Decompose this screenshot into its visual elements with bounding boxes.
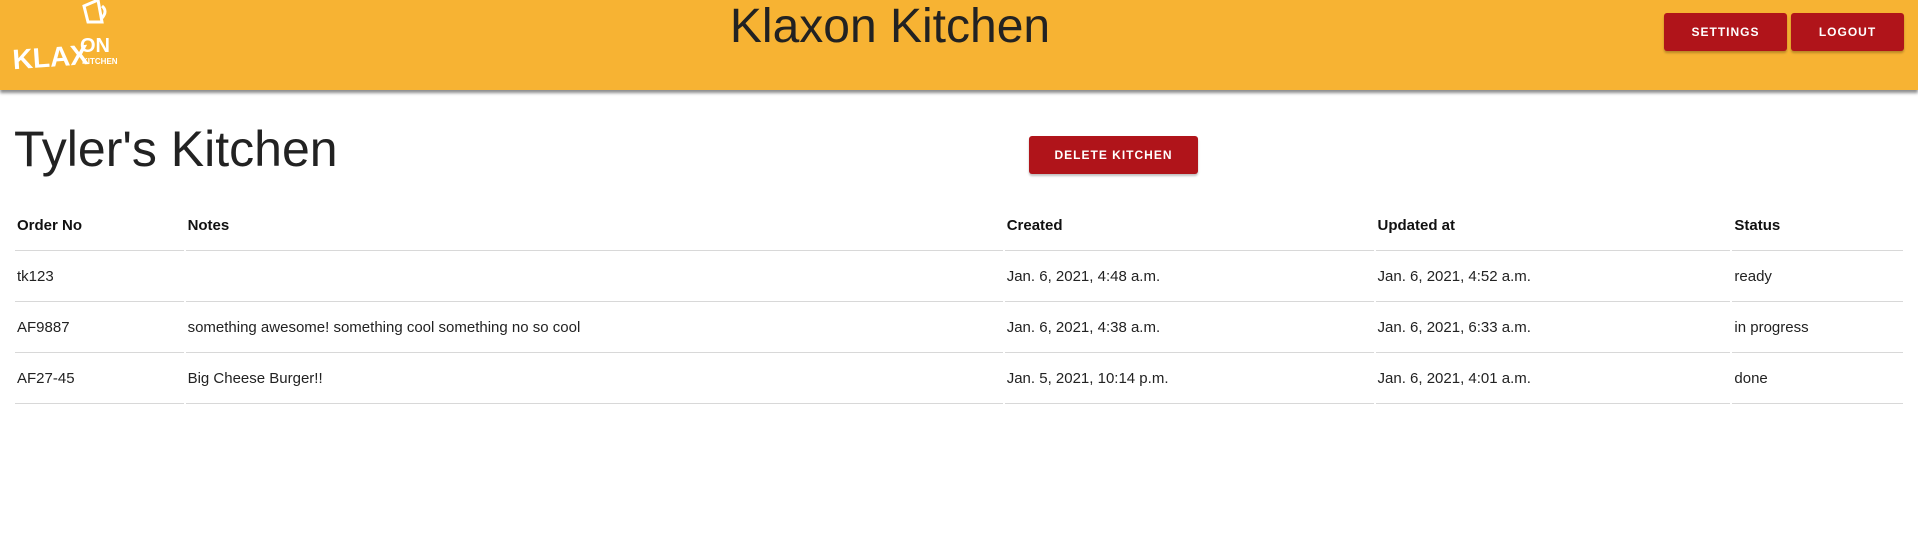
order-no-cell: AF27-45	[15, 353, 184, 404]
notes-cell	[185, 251, 1003, 302]
created-cell: Jan. 6, 2021, 4:38 a.m.	[1004, 302, 1374, 353]
table-row[interactable]: AF27-45 Big Cheese Burger!! Jan. 5, 2021…	[15, 353, 1903, 404]
logout-button[interactable]: LOGOUT	[1791, 13, 1904, 51]
column-header-order-no: Order No	[15, 200, 184, 251]
app-title: Klaxon Kitchen	[729, 0, 1051, 53]
status-cell: in progress	[1732, 302, 1903, 353]
table-row[interactable]: tk123 Jan. 6, 2021, 4:48 a.m. Jan. 6, 20…	[15, 251, 1903, 302]
updated-cell: Jan. 6, 2021, 4:52 a.m.	[1375, 251, 1731, 302]
notes-cell: something awesome! something cool someth…	[185, 302, 1003, 353]
updated-cell: Jan. 6, 2021, 4:01 a.m.	[1375, 353, 1731, 404]
delete-kitchen-button[interactable]: DELETE KITCHEN	[1029, 136, 1198, 174]
created-cell: Jan. 5, 2021, 10:14 p.m.	[1004, 353, 1374, 404]
kitchen-title: Tyler's Kitchen	[14, 121, 338, 177]
column-header-updated-at: Updated at	[1375, 200, 1731, 251]
order-no-cell: AF9887	[15, 302, 184, 353]
settings-button[interactable]: SETTINGS	[1664, 13, 1787, 51]
svg-text:KITCHEN: KITCHEN	[82, 57, 118, 66]
orders-table: Order No Notes Created Updated at Status…	[13, 200, 1905, 404]
updated-cell: Jan. 6, 2021, 6:33 a.m.	[1375, 302, 1731, 353]
app-header: KLAX ON KITCHEN Klaxon Kitchen SETTINGS …	[0, 0, 1918, 90]
notes-cell: Big Cheese Burger!!	[185, 353, 1003, 404]
status-cell: ready	[1732, 251, 1903, 302]
status-cell: done	[1732, 353, 1903, 404]
table-row[interactable]: AF9887 something awesome! something cool…	[15, 302, 1903, 353]
created-cell: Jan. 6, 2021, 4:48 a.m.	[1004, 251, 1374, 302]
table-header-row: Order No Notes Created Updated at Status	[15, 200, 1903, 251]
column-header-notes: Notes	[185, 200, 1003, 251]
column-header-status: Status	[1732, 200, 1903, 251]
column-header-created: Created	[1004, 200, 1374, 251]
order-no-cell: tk123	[15, 251, 184, 302]
